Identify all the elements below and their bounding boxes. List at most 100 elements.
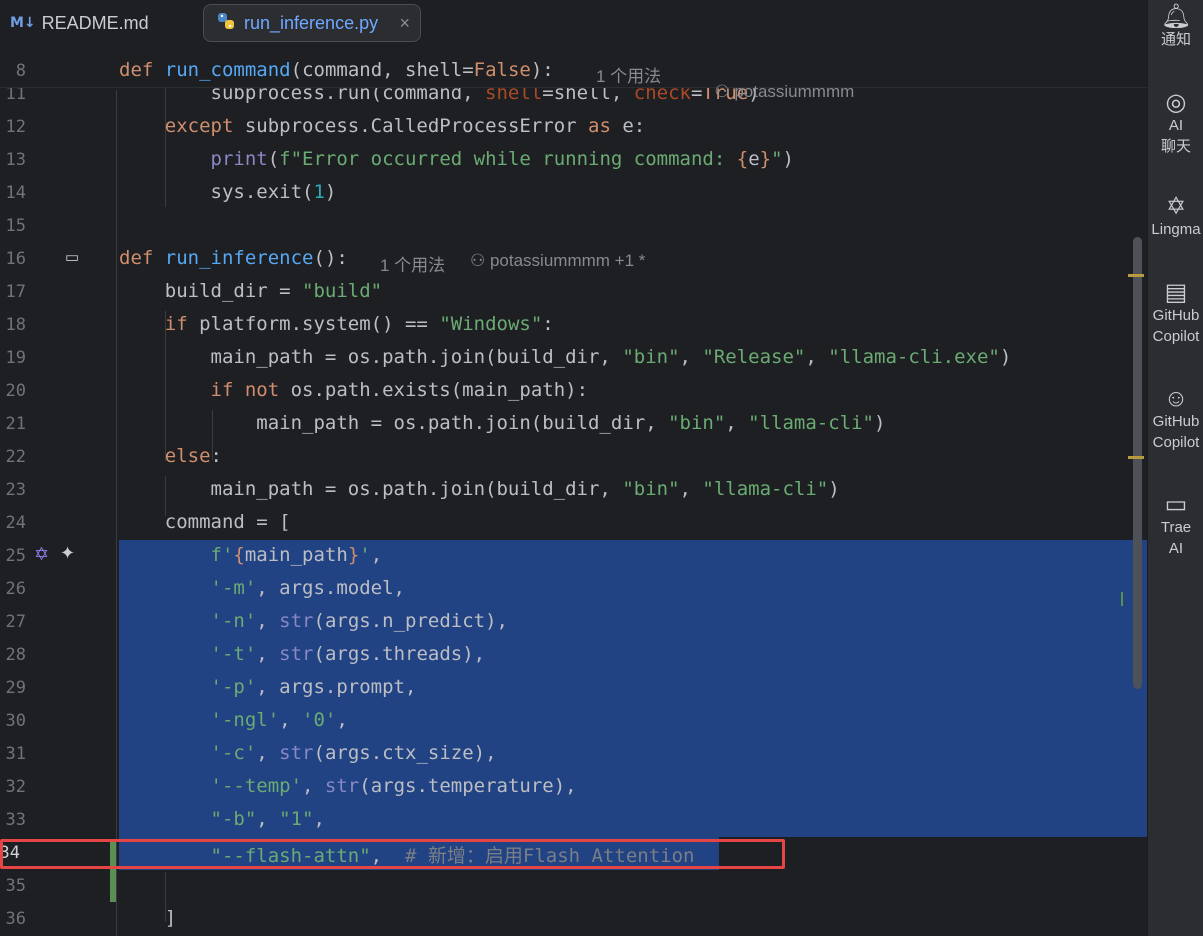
code-line-31[interactable]: 31 '-c', str(args.ctx_size), — [0, 738, 1147, 771]
warning-marker[interactable] — [1128, 274, 1144, 277]
notifications-tool[interactable]: 🔔︎ 通知 — [1148, 3, 1203, 50]
line-number: 22 — [5, 447, 26, 467]
code-text: '--temp', str(args.temperature), — [210, 775, 577, 797]
code-line-15[interactable]: 15 — [0, 210, 1147, 243]
code-text: '-ngl', '0', — [210, 709, 348, 731]
line-number: 28 — [5, 645, 26, 665]
code-text: '-c', str(args.ctx_size), — [210, 742, 497, 764]
person-icon: ⚇ — [470, 251, 490, 270]
line-number: 14 — [5, 183, 26, 203]
fold-region-icon[interactable]: ▭ — [65, 248, 79, 266]
code-line-16[interactable]: 16 ▭ def run_inference(): 1 个用法 ⚇ potass… — [0, 243, 1147, 276]
code-line-29[interactable]: 29 '-p', args.prompt, — [0, 672, 1147, 705]
code-line-19[interactable]: 19 main_path = os.path.join(build_dir, "… — [0, 342, 1147, 375]
tab-run-inference[interactable]: run_inference.py × — [203, 4, 421, 42]
tool-label: Trae AI — [1160, 519, 1192, 557]
line-number: 16 — [5, 249, 26, 269]
github-copilot-tool[interactable]: ☺ GitHub Copilot — [1148, 385, 1203, 453]
tab-run-inference-label: run_inference.py — [244, 12, 379, 33]
line-number: 18 — [5, 315, 26, 335]
line-number: 30 — [5, 711, 26, 731]
author-hint[interactable]: ⚇ potassiummmm +1 * — [470, 251, 645, 271]
code-line-27[interactable]: 27 '-n', str(args.n_predict), — [0, 606, 1147, 639]
code-line-14[interactable]: 14 sys.exit(1) — [0, 177, 1147, 210]
line-number: 24 — [5, 513, 26, 533]
code-line-30[interactable]: 30 '-ngl', '0', — [0, 705, 1147, 738]
close-tab-icon[interactable]: × — [399, 13, 410, 34]
bell-icon: 🔔︎ — [1160, 3, 1192, 30]
tool-label: Lingma — [1151, 221, 1201, 238]
code-text: if platform.system() == "Windows": — [164, 313, 554, 335]
line-number: 13 — [5, 150, 26, 170]
ai-chat-tool[interactable]: ◎ AI 聊天 — [1148, 91, 1203, 157]
vertical-scrollbar[interactable] — [1133, 237, 1142, 689]
code-line-32[interactable]: 32 '--temp', str(args.temperature), — [0, 771, 1147, 804]
line-number: 23 — [5, 480, 26, 500]
code-text: else: — [164, 445, 222, 467]
lingma-tool[interactable]: ✡ Lingma — [1148, 195, 1203, 240]
ai-sparkle-icon[interactable]: ✦ — [60, 543, 75, 564]
code-text: "-b", "1", — [210, 808, 325, 830]
code-text: ] — [119, 907, 177, 929]
code-text: f'{main_path}', — [210, 544, 383, 566]
code-line-25[interactable]: 25 ✡ ✦ f'{main_path}', — [0, 540, 1147, 573]
tool-label: GitHub Copilot — [1152, 413, 1200, 451]
editor-tab-bar: M↓ README.md run_inference.py × — [0, 0, 1147, 55]
code-line-13[interactable]: 13 print(f"Error occurred while running … — [0, 144, 1147, 177]
github-copilot-icon: ▤ — [1164, 279, 1188, 306]
code-text: sys.exit(1) — [119, 181, 337, 203]
sticky-scroll-line[interactable]: 8 def run_command(command, shell=False):… — [0, 54, 1147, 101]
line-number: 8 — [15, 61, 26, 81]
trae-ai-tool[interactable]: ▭ Trae AI — [1148, 491, 1203, 559]
line-number: 33 — [5, 810, 26, 830]
right-tool-panel: 🔔︎ 通知 ◎ AI 聊天 ✡ Lingma ▤ GitHub Copilot … — [1147, 0, 1203, 936]
trae-icon: ▭ — [1164, 491, 1188, 518]
tab-readme[interactable]: M↓ README.md — [10, 4, 149, 42]
code-line-23[interactable]: 23 main_path = os.path.join(build_dir, "… — [0, 474, 1147, 507]
github-copilot-chat-tool[interactable]: ▤ GitHub Copilot — [1148, 279, 1203, 347]
code-text: command = [ — [119, 511, 291, 533]
code-line-20[interactable]: 20 if not os.path.exists(main_path): — [0, 375, 1147, 408]
warning-marker[interactable] — [1128, 456, 1144, 459]
code-text: '-m', args.model, — [210, 577, 405, 599]
code-line-36[interactable]: 36 ] — [0, 903, 1147, 936]
line-number: 35 — [5, 876, 26, 896]
line-number: 27 — [5, 612, 26, 632]
author-hint[interactable]: ⚇ potassiummmm — [686, 62, 854, 122]
line-number: 32 — [5, 777, 26, 797]
code-line-18[interactable]: 18 if platform.system() == "Windows": — [0, 309, 1147, 342]
line-number: 17 — [5, 282, 26, 302]
line-number: 29 — [5, 678, 26, 698]
code-editor[interactable]: 8 def run_command(command, shell=False):… — [0, 54, 1147, 936]
code-text: main_path = os.path.join(build_dir, "bin… — [119, 478, 840, 500]
copilot-icon: ☺ — [1163, 385, 1189, 412]
change-marker[interactable] — [1121, 592, 1123, 606]
usage-hint[interactable]: 1 个用法 — [596, 62, 661, 87]
person-icon: ⚇ — [714, 82, 735, 101]
code-text: '-p', args.prompt, — [210, 676, 417, 698]
code-line-12[interactable]: 12 except subprocess.CalledProcessError … — [0, 111, 1147, 144]
code-text: build_dir = "build" — [119, 280, 383, 302]
usage-hint[interactable]: 1 个用法 — [380, 251, 445, 276]
code-text: if not os.path.exists(main_path): — [210, 379, 589, 401]
line-number: 26 — [5, 579, 26, 599]
code-line-35[interactable]: 35 — [0, 870, 1147, 903]
code-text: main_path = os.path.join(build_dir, "bin… — [119, 346, 1012, 368]
code-text: except subprocess.CalledProcessError as … — [164, 115, 646, 137]
tool-label: GitHub Copilot — [1152, 307, 1200, 345]
python-icon — [216, 11, 236, 36]
line-number: 25 — [5, 546, 26, 566]
code-text: print(f"Error occurred while running com… — [210, 148, 794, 170]
line-number: 15 — [5, 216, 26, 236]
lingma-gutter-icon[interactable]: ✡ — [34, 544, 49, 565]
tab-readme-label: README.md — [41, 12, 149, 33]
markdown-icon: M↓ — [10, 15, 36, 31]
code-line-33[interactable]: 33 "-b", "1", — [0, 804, 1147, 837]
code-line-26[interactable]: 26 '-m', args.model, — [0, 573, 1147, 606]
code-line-21[interactable]: 21 main_path = os.path.join(build_dir, "… — [0, 408, 1147, 441]
code-line-28[interactable]: 28 '-t', str(args.threads), — [0, 639, 1147, 672]
code-line-22[interactable]: 22 else: — [0, 441, 1147, 474]
code-line-24[interactable]: 24 command = [ — [0, 507, 1147, 540]
code-line-17[interactable]: 17 build_dir = "build" — [0, 276, 1147, 309]
tool-label: AI 聊天 — [1160, 117, 1191, 155]
